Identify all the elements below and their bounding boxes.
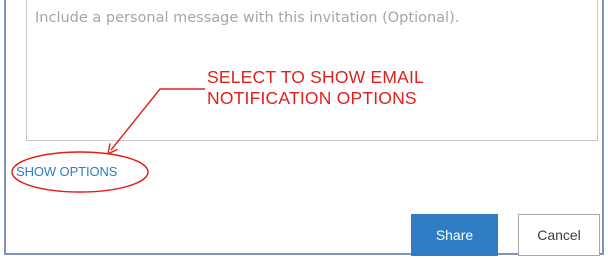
dialog-actions: Share Cancel [0,0,608,256]
share-button[interactable]: Share [411,214,498,256]
cancel-button[interactable]: Cancel [518,214,600,256]
